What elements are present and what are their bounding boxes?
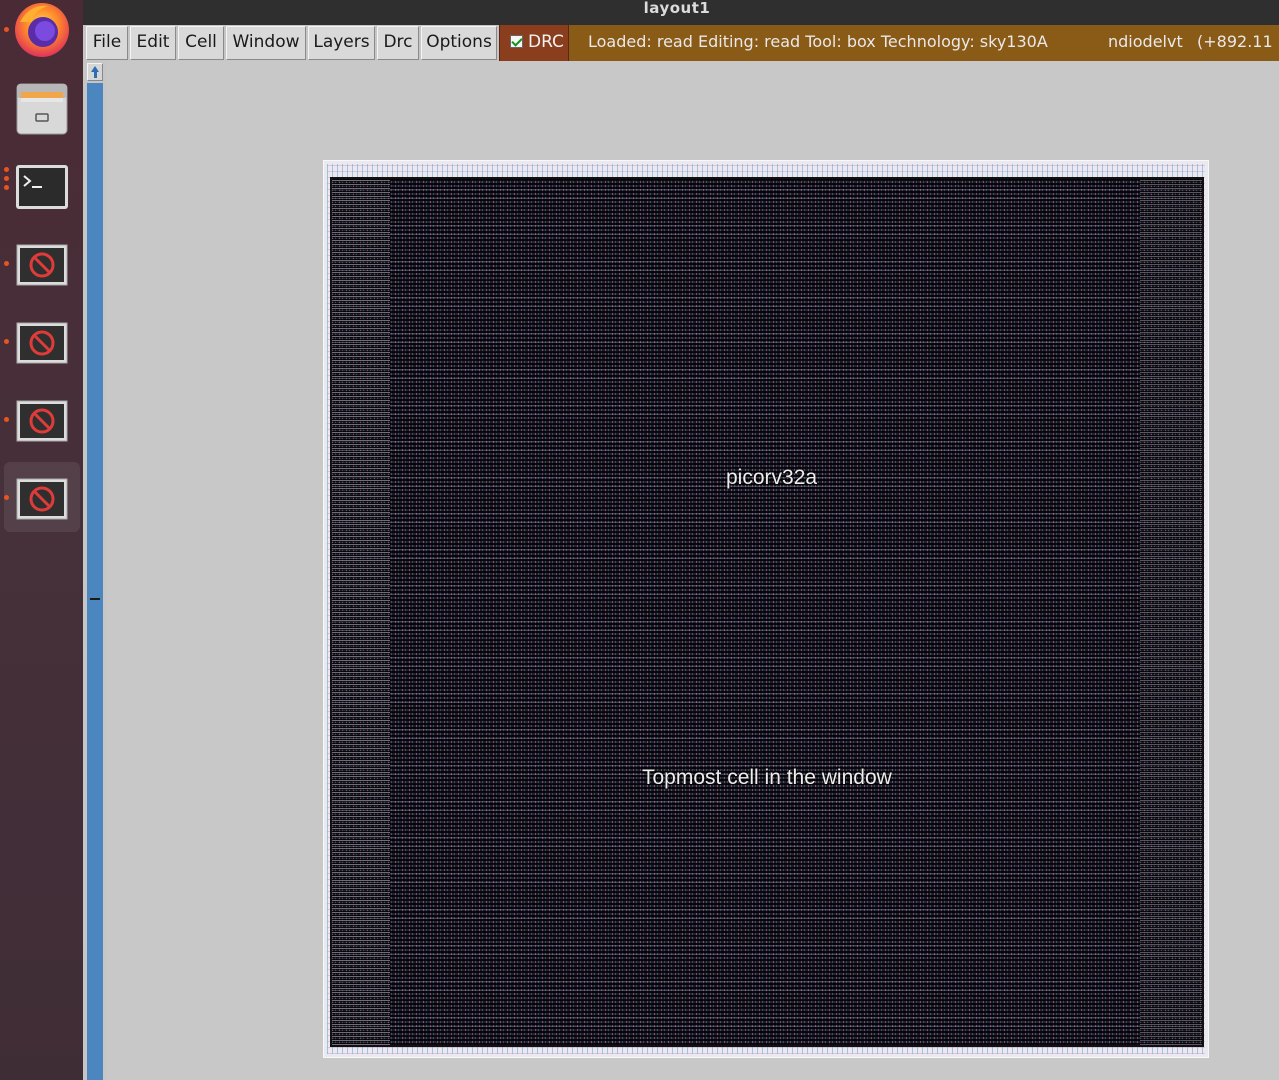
no-entry-icon: [16, 400, 68, 442]
menu-file[interactable]: File: [86, 26, 128, 60]
firefox-icon: [15, 3, 69, 57]
layout-canvas[interactable]: picorv32a Topmost cell in the window: [107, 61, 1279, 1080]
dock-item-firefox[interactable]: [0, 0, 83, 70]
no-entry-icon: [16, 478, 68, 520]
status-bar: Loaded: read Editing: read Tool: box Tec…: [569, 25, 1279, 61]
vertical-scrollbar[interactable]: [83, 61, 107, 1080]
dock-item-app-1[interactable]: [0, 230, 83, 300]
menu-drc[interactable]: Drc: [377, 26, 419, 60]
ubuntu-dock: [0, 0, 83, 1080]
drc-toggle[interactable]: DRC: [499, 25, 569, 61]
running-indicator: [4, 417, 9, 422]
status-cell-name: ndiodelvt: [1108, 32, 1183, 51]
drc-label: DRC: [528, 32, 564, 52]
running-indicator: [4, 495, 9, 500]
menu-edit[interactable]: Edit: [130, 26, 176, 60]
dock-item-terminal[interactable]: [0, 152, 83, 222]
menubar: File Edit Cell Window Layers Drc Options…: [83, 25, 1279, 61]
window-title: layout1: [643, 0, 711, 17]
menu-options[interactable]: Options: [421, 26, 497, 60]
scrollbar-position-marker[interactable]: [90, 598, 100, 600]
cell-name-label: picorv32a: [726, 466, 818, 489]
scroll-up-arrow-icon[interactable]: [87, 63, 103, 81]
scrollbar-track[interactable]: [87, 83, 103, 1080]
cell-caption-label: Topmost cell in the window: [642, 766, 892, 789]
menu-cell[interactable]: Cell: [178, 26, 224, 60]
files-icon: [16, 83, 68, 135]
menu-window[interactable]: Window: [226, 26, 306, 60]
dock-item-app-3[interactable]: [0, 386, 83, 456]
screen: layout1 File Edit Cell Window Layers Drc…: [0, 0, 1279, 1080]
cell-bounding-box[interactable]: picorv32a Topmost cell in the window: [323, 160, 1209, 1058]
dock-item-app-4[interactable]: [4, 462, 80, 532]
terminal-icon: [16, 165, 68, 209]
running-indicator: [4, 167, 9, 172]
status-text: Loaded: read Editing: read Tool: box Tec…: [588, 32, 1048, 51]
running-indicator: [4, 176, 9, 181]
status-coordinates: (+892.11: [1197, 32, 1273, 51]
menu-layers[interactable]: Layers: [308, 26, 375, 60]
cell-layout-geometry[interactable]: picorv32a Topmost cell in the window: [330, 177, 1204, 1047]
running-indicator: [4, 261, 9, 266]
dock-item-files[interactable]: [0, 74, 83, 144]
drc-checkbox[interactable]: [510, 35, 523, 48]
dock-item-app-2[interactable]: [0, 308, 83, 378]
running-indicator: [4, 339, 9, 344]
no-entry-icon: [16, 244, 68, 286]
running-indicator: [4, 27, 9, 32]
no-entry-icon: [16, 322, 68, 364]
window-titlebar[interactable]: layout1: [83, 0, 1279, 25]
running-indicator: [4, 185, 9, 190]
